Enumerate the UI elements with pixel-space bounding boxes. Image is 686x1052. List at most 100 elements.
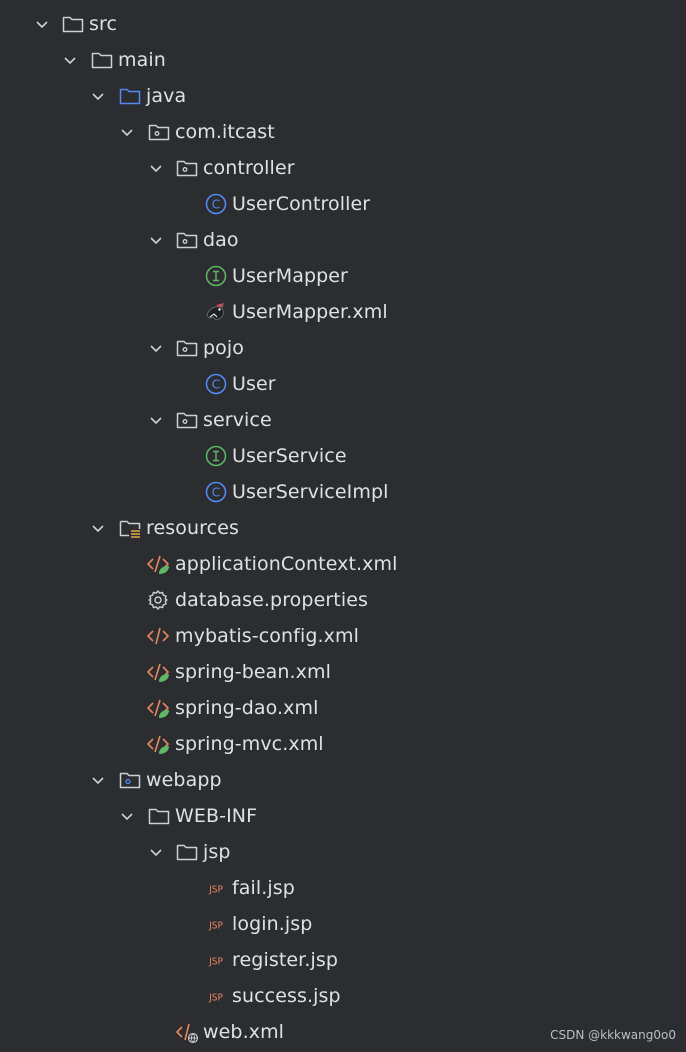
folder-icon xyxy=(91,52,113,69)
svg-text:C: C xyxy=(212,378,220,392)
svg-text:JSP: JSP xyxy=(208,957,223,968)
class-icon: C xyxy=(205,193,227,215)
spring-xml-icon xyxy=(146,699,170,718)
class-icon: C xyxy=(205,481,227,503)
tree-item-label: resources xyxy=(146,517,239,539)
chevron-down-icon[interactable] xyxy=(90,88,106,104)
chevron-down-icon[interactable] xyxy=(119,808,135,824)
tree-item-pojo[interactable]: pojo xyxy=(0,330,686,366)
class-icon: C xyxy=(205,373,227,395)
tree-item-label: webapp xyxy=(146,769,222,791)
folder-icon xyxy=(62,16,84,33)
svg-text:C: C xyxy=(212,198,220,212)
tree-item-java[interactable]: java xyxy=(0,78,686,114)
tree-item-user-mapper-xml[interactable]: UserMapper.xml xyxy=(0,294,686,330)
xml-icon xyxy=(146,627,170,645)
tree-item-service[interactable]: service xyxy=(0,402,686,438)
tree-item-label: success.jsp xyxy=(232,985,341,1007)
tree-item-web-inf[interactable]: WEB-INF xyxy=(0,798,686,834)
tree-item-label: service xyxy=(203,409,272,431)
tree-item-label: register.jsp xyxy=(232,949,339,971)
jsp-icon: JSP xyxy=(208,993,223,1004)
tree-item-label: UserServiceImpl xyxy=(232,481,389,503)
project-tree: src main java com.itcast controller C Us… xyxy=(0,6,686,1050)
source-folder-icon xyxy=(119,88,141,105)
mybatis-icon xyxy=(206,303,224,321)
tree-item-database-properties[interactable]: database.properties xyxy=(0,582,686,618)
tree-item-label: spring-mvc.xml xyxy=(175,733,324,755)
tree-item-controller[interactable]: controller xyxy=(0,150,686,186)
interface-icon xyxy=(205,445,227,467)
tree-item-label: login.jsp xyxy=(232,913,313,935)
chevron-down-icon[interactable] xyxy=(90,520,106,536)
tree-item-label: WEB-INF xyxy=(175,805,258,827)
tree-item-dao[interactable]: dao xyxy=(0,222,686,258)
tree-item-spring-dao-xml[interactable]: spring-dao.xml xyxy=(0,690,686,726)
tree-item-user-mapper[interactable]: UserMapper xyxy=(0,258,686,294)
tree-item-user-controller[interactable]: C UserController xyxy=(0,186,686,222)
package-icon xyxy=(176,232,198,249)
svg-text:JSP: JSP xyxy=(208,885,223,896)
tree-item-jsp[interactable]: jsp xyxy=(0,834,686,870)
spring-xml-icon xyxy=(146,735,170,754)
package-icon xyxy=(148,124,170,141)
tree-item-label: main xyxy=(118,49,166,71)
watermark: CSDN @kkkwang0o0 xyxy=(550,1028,676,1042)
tree-item-label: spring-dao.xml xyxy=(175,697,319,719)
tree-item-src[interactable]: src xyxy=(0,6,686,42)
tree-item-label: java xyxy=(146,85,187,107)
chevron-down-icon[interactable] xyxy=(148,844,164,860)
tree-item-label: UserController xyxy=(232,193,371,215)
spring-xml-icon xyxy=(146,555,170,574)
chevron-down-icon[interactable] xyxy=(148,232,164,248)
svg-text:JSP: JSP xyxy=(208,921,223,932)
tree-item-user-service-impl[interactable]: C UserServiceImpl xyxy=(0,474,686,510)
tree-item-com-itcast[interactable]: com.itcast xyxy=(0,114,686,150)
tree-item-label: UserService xyxy=(232,445,347,467)
svg-text:JSP: JSP xyxy=(208,993,223,1004)
tree-item-user[interactable]: C User xyxy=(0,366,686,402)
tree-item-label: UserMapper.xml xyxy=(232,301,388,323)
tree-item-label: pojo xyxy=(203,337,244,359)
tree-item-label: User xyxy=(232,373,276,395)
svg-text:C: C xyxy=(212,486,220,500)
tree-item-main[interactable]: main xyxy=(0,42,686,78)
jsp-icon: JSP xyxy=(208,957,223,968)
tree-item-resources[interactable]: resources xyxy=(0,510,686,546)
tree-item-webapp[interactable]: webapp xyxy=(0,762,686,798)
chevron-down-icon[interactable] xyxy=(62,52,78,68)
chevron-down-icon[interactable] xyxy=(148,340,164,356)
chevron-down-icon[interactable] xyxy=(148,160,164,176)
tree-item-register-jsp[interactable]: JSP register.jsp xyxy=(0,942,686,978)
web-folder-icon xyxy=(119,772,141,789)
tree-item-login-jsp[interactable]: JSP login.jsp xyxy=(0,906,686,942)
chevron-down-icon[interactable] xyxy=(148,412,164,428)
tree-item-application-context-xml[interactable]: applicationContext.xml xyxy=(0,546,686,582)
jsp-icon: JSP xyxy=(208,921,223,932)
chevron-down-icon[interactable] xyxy=(119,124,135,140)
gear-icon xyxy=(148,590,168,610)
tree-item-fail-jsp[interactable]: JSP fail.jsp xyxy=(0,870,686,906)
tree-item-label: applicationContext.xml xyxy=(175,553,398,575)
package-icon xyxy=(176,160,198,177)
tree-item-label: fail.jsp xyxy=(232,877,295,899)
tree-item-success-jsp[interactable]: JSP success.jsp xyxy=(0,978,686,1014)
spring-xml-icon xyxy=(146,663,170,682)
tree-item-spring-mvc-xml[interactable]: spring-mvc.xml xyxy=(0,726,686,762)
tree-item-user-service[interactable]: UserService xyxy=(0,438,686,474)
tree-item-label: jsp xyxy=(203,841,231,863)
tree-item-label: spring-bean.xml xyxy=(175,661,332,683)
chevron-down-icon[interactable] xyxy=(90,772,106,788)
jsp-icon: JSP xyxy=(208,885,223,896)
tree-item-spring-bean-xml[interactable]: spring-bean.xml xyxy=(0,654,686,690)
chevron-down-icon[interactable] xyxy=(34,16,50,32)
tree-item-label: com.itcast xyxy=(175,121,275,143)
package-icon xyxy=(176,412,198,429)
tree-item-mybatis-config-xml[interactable]: mybatis-config.xml xyxy=(0,618,686,654)
resources-folder-icon xyxy=(119,520,141,538)
tree-item-label: mybatis-config.xml xyxy=(175,625,359,647)
interface-icon xyxy=(205,265,227,287)
web-xml-icon xyxy=(175,1023,199,1044)
tree-item-label: controller xyxy=(203,157,295,179)
folder-icon xyxy=(148,808,170,825)
